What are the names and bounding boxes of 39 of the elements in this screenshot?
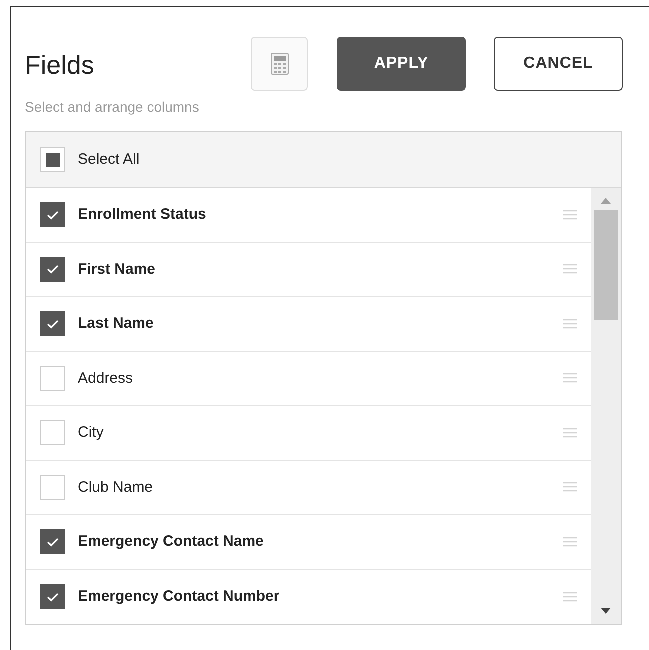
field-checkbox[interactable]: [40, 311, 65, 336]
calculator-icon: [270, 53, 288, 75]
select-all-row[interactable]: Select All: [26, 132, 621, 188]
field-label: First Name: [78, 260, 156, 278]
field-checkbox[interactable]: [40, 529, 65, 554]
drag-handle-icon[interactable]: [563, 318, 577, 329]
field-checkbox[interactable]: [40, 256, 65, 282]
calculator-button[interactable]: [251, 37, 308, 91]
drag-handle-icon[interactable]: [563, 373, 577, 384]
checkmark-icon: [46, 208, 60, 221]
apply-button[interactable]: APPLY: [337, 37, 466, 91]
field-checkbox[interactable]: [40, 202, 65, 228]
select-all-checkbox[interactable]: [40, 147, 65, 172]
field-label: Club Name: [78, 478, 154, 496]
field-label: Emergency Contact Number: [78, 588, 280, 606]
dialog-title: Fields: [25, 50, 96, 80]
field-label: City: [78, 424, 104, 442]
drag-handle-icon[interactable]: [563, 428, 577, 438]
dialog-subtitle: Select and arrange columns: [25, 99, 200, 115]
scroll-down-icon[interactable]: [601, 608, 611, 614]
field-label: Address: [78, 370, 134, 387]
scrollbar[interactable]: [591, 188, 621, 624]
field-checkbox[interactable]: [40, 584, 65, 610]
checkmark-icon: [46, 318, 60, 330]
field-label: Emergency Contact Name: [78, 533, 264, 550]
drag-handle-icon[interactable]: [563, 264, 577, 274]
field-label: Enrollment Status: [78, 206, 206, 224]
select-all-label: Select All: [78, 151, 140, 168]
checkmark-icon: [46, 263, 60, 276]
drag-handle-icon[interactable]: [563, 536, 577, 547]
scrollbar-thumb[interactable]: [594, 210, 618, 320]
drag-handle-icon[interactable]: [563, 482, 577, 492]
scroll-up-icon[interactable]: [601, 198, 611, 204]
checkmark-icon: [46, 536, 60, 548]
field-label: Last Name: [78, 315, 154, 332]
drag-handle-icon[interactable]: [563, 592, 577, 602]
drag-handle-icon[interactable]: [563, 210, 577, 220]
cancel-button[interactable]: CANCEL: [494, 37, 623, 91]
checkmark-icon: [46, 590, 60, 603]
